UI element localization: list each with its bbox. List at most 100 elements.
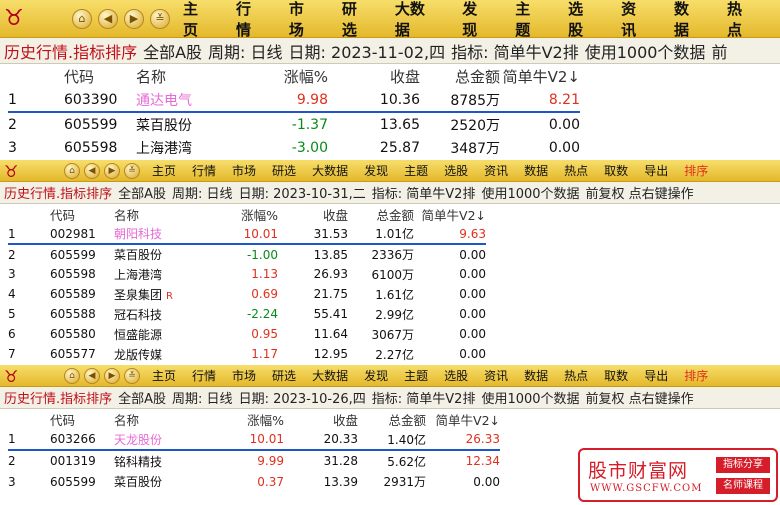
down-icon[interactable]: ≚ — [124, 163, 140, 179]
stock-name-value: 恒盛能源 — [114, 327, 163, 342]
col-change-header[interactable]: 涨幅% — [200, 204, 278, 224]
menu-hotspot[interactable]: 热点 — [727, 0, 756, 40]
menu-fetch[interactable]: 取数 — [604, 162, 628, 179]
col-v2-header[interactable]: 简单牛V2↓ — [414, 204, 486, 224]
period-filter[interactable]: 周期: 日线 — [172, 388, 233, 407]
col-amount-header[interactable]: 总金额 — [358, 409, 426, 429]
menu-market[interactable]: 市场 — [232, 162, 256, 179]
back-icon[interactable]: ◀ — [98, 9, 118, 29]
menu-discover[interactable]: 发现 — [364, 162, 388, 179]
menu-theme[interactable]: 主题 — [404, 162, 428, 179]
table-row[interactable]: 2 001319 铭科精技 9.99 31.28 5.62亿 12.34 — [8, 450, 500, 471]
stock-name-value: 上海港湾 — [114, 267, 163, 282]
home-icon[interactable]: ⌂ — [64, 163, 80, 179]
menu-research[interactable]: 研选 — [342, 0, 371, 40]
table-row[interactable]: 3 605598 上海港湾 -3.00 25.87 3487万 0.00 — [8, 136, 580, 160]
back-icon[interactable]: ◀ — [84, 163, 100, 179]
menu-news[interactable]: 资讯 — [621, 0, 650, 40]
col-code-header[interactable]: 代码 — [38, 204, 100, 224]
table-row[interactable]: 3 605598 上海港湾 1.13 26.93 6100万 0.00 — [8, 264, 486, 284]
scope-filter[interactable]: 全部A股 — [118, 388, 166, 407]
menu-quotes[interactable]: 行情 — [192, 162, 216, 179]
col-change-header[interactable]: 涨幅% — [200, 409, 284, 429]
menu-research[interactable]: 研选 — [272, 162, 296, 179]
menu-quotes[interactable]: 行情 — [192, 367, 216, 384]
menu-data[interactable]: 数据 — [524, 162, 548, 179]
table-row[interactable]: 2 605599 菜百股份 -1.00 13.85 2336万 0.00 — [8, 244, 486, 264]
menu-home[interactable]: 主页 — [152, 367, 176, 384]
table-row[interactable]: 6 605580 恒盛能源 0.95 11.64 3067万 0.00 — [8, 324, 486, 344]
menu-hotspot[interactable]: 热点 — [564, 367, 588, 384]
table-row[interactable]: 1 002981 朝阳科技 10.01 31.53 1.01亿 9.63 — [8, 224, 486, 245]
menu-export[interactable]: 导出 — [644, 367, 668, 384]
menu-quotes[interactable]: 行情 — [236, 0, 265, 40]
col-name-header[interactable]: 名称 — [100, 409, 200, 429]
forward-icon[interactable]: ▶ — [104, 368, 120, 384]
menu-research[interactable]: 研选 — [272, 367, 296, 384]
col-close-header[interactable]: 收盘 — [278, 204, 348, 224]
home-icon[interactable]: ⌂ — [72, 9, 92, 29]
table-row[interactable]: 1 603266 天龙股份 10.01 20.33 1.40亿 26.33 — [8, 429, 500, 451]
menu-bigdata[interactable]: 大数据 — [395, 0, 438, 40]
col-amount-header[interactable]: 总金额 — [348, 204, 414, 224]
col-code-header[interactable]: 代码 — [48, 64, 118, 88]
date-filter[interactable]: 日期: 2023-10-26,四 — [239, 388, 366, 407]
table-row[interactable]: 7 605577 龙版传媒 1.17 12.95 2.27亿 0.00 — [8, 344, 486, 364]
col-amount-header[interactable]: 总金额 — [420, 64, 500, 88]
menu-market[interactable]: 市场 — [232, 367, 256, 384]
forward-icon[interactable]: ▶ — [104, 163, 120, 179]
menu-export[interactable]: 导出 — [644, 162, 668, 179]
date-filter[interactable]: 日期: 2023-10-31,二 — [239, 183, 366, 202]
menu-data[interactable]: 数据 — [674, 0, 703, 40]
menu-stock-pick[interactable]: 选股 — [568, 0, 597, 40]
menu-discover[interactable]: 发现 — [364, 367, 388, 384]
scope-filter[interactable]: 全部A股 — [118, 183, 166, 202]
table-row[interactable]: 3 605599 菜百股份 0.37 13.39 2931万 0.00 — [8, 471, 500, 492]
status-tail: 前复权 点右键操作 — [585, 187, 694, 202]
down-icon[interactable]: ≚ — [150, 9, 170, 29]
period-filter[interactable]: 周期: 日线 — [172, 183, 233, 202]
menu-stock-pick[interactable]: 选股 — [444, 367, 468, 384]
table-row[interactable]: 2 605599 菜百股份 -1.37 13.65 2520万 0.00 — [8, 112, 580, 136]
col-v2-header[interactable]: 简单牛V2↓ — [426, 409, 500, 429]
menu-data[interactable]: 数据 — [524, 367, 548, 384]
total-amount-value: 1.40亿 — [387, 432, 426, 447]
menu-bigdata[interactable]: 大数据 — [312, 162, 348, 179]
indicator-filter[interactable]: 指标: 简单牛V2排 — [451, 39, 579, 63]
table-row[interactable]: 5 605588 冠石科技 -2.24 55.41 2.99亿 0.00 — [8, 304, 486, 324]
date-filter[interactable]: 日期: 2023-11-02,四 — [289, 39, 446, 63]
forward-icon[interactable]: ▶ — [124, 9, 144, 29]
period-filter[interactable]: 周期: 日线 — [208, 39, 282, 63]
table-row[interactable]: 1 603390 通达电气 9.98 10.36 8785万 8.21 — [8, 88, 580, 113]
menu-fetch[interactable]: 取数 — [604, 367, 628, 384]
menu-bigdata[interactable]: 大数据 — [312, 367, 348, 384]
menu-hotspot[interactable]: 热点 — [564, 162, 588, 179]
menu-home[interactable]: 主页 — [152, 162, 176, 179]
col-name-header[interactable]: 名称 — [100, 204, 200, 224]
menu-sort[interactable]: 排序 — [684, 162, 708, 179]
menu-news[interactable]: 资讯 — [484, 367, 508, 384]
col-v2-header[interactable]: 简单牛V2↓ — [500, 64, 580, 88]
menu-market[interactable]: 市场 — [289, 0, 318, 40]
scope-filter[interactable]: 全部A股 — [143, 39, 202, 63]
col-close-header[interactable]: 收盘 — [284, 409, 358, 429]
col-change-header[interactable]: 涨幅% — [228, 64, 328, 88]
table-row[interactable]: 4 605589 圣泉集团 R 0.69 21.75 1.61亿 0.00 — [8, 284, 486, 304]
menu-news[interactable]: 资讯 — [484, 162, 508, 179]
menu-home[interactable]: 主页 — [183, 0, 212, 40]
back-icon[interactable]: ◀ — [84, 368, 100, 384]
menu-sort[interactable]: 排序 — [684, 367, 708, 384]
close-price: 31.53 — [278, 224, 348, 245]
menu-stock-pick[interactable]: 选股 — [444, 162, 468, 179]
col-code-header[interactable]: 代码 — [38, 409, 100, 429]
down-icon[interactable]: ≚ — [124, 368, 140, 384]
menu-theme[interactable]: 主题 — [404, 367, 428, 384]
home-icon[interactable]: ⌂ — [64, 368, 80, 384]
menu-discover[interactable]: 发现 — [462, 0, 491, 40]
indicator-filter[interactable]: 指标: 简单牛V2排 — [372, 388, 476, 407]
indicator-filter[interactable]: 指标: 简单牛V2排 — [372, 183, 476, 202]
col-close-header[interactable]: 收盘 — [328, 64, 420, 88]
status-tail: 前 — [711, 42, 728, 62]
menu-theme[interactable]: 主题 — [515, 0, 544, 40]
col-name-header[interactable]: 名称 — [118, 64, 228, 88]
